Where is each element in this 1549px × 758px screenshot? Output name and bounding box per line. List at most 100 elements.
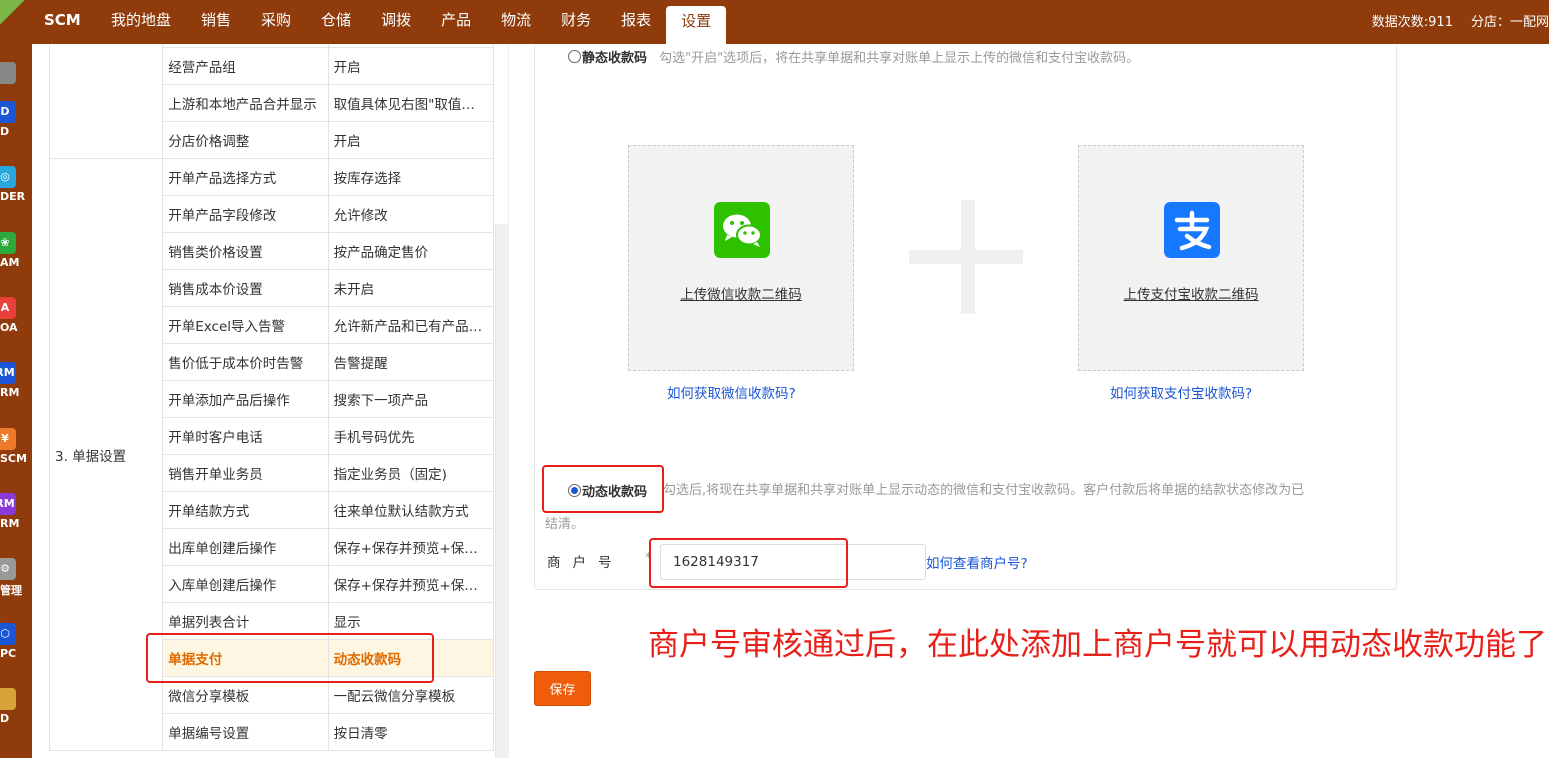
setting-name: 入库单创建后操作 bbox=[162, 565, 329, 603]
static-qr-option[interactable]: 静态收款码 勾选"开启"选项后，将在共享单据和共享对账单上显示上传的微信和支付宝… bbox=[568, 47, 1139, 66]
merchant-id-label: 商户号 bbox=[547, 555, 624, 571]
data-count: 数据次数:911 bbox=[1371, 15, 1453, 30]
setting-name: 开单Excel导入告警 bbox=[162, 306, 329, 344]
top-nav-bar: SCM 我的地盘 销售 采购 仓储 调拨 产品 物流 财务 报表 设置 数据次数:911 分店：一配… bbox=[0, 0, 1549, 44]
dynamic-qr-hint-cont: 结清。 bbox=[545, 517, 585, 532]
wechat-qr-upload-box[interactable]: 上传微信收款二维码 bbox=[628, 145, 854, 371]
static-qr-radio[interactable] bbox=[568, 50, 581, 63]
dock-app-item[interactable]: ¥ SCM bbox=[0, 428, 32, 465]
setting-value[interactable]: 允许修改 bbox=[327, 195, 494, 233]
setting-name: 上游和本地产品合并显示 bbox=[162, 84, 329, 122]
alipay-upload-link[interactable]: 上传支付宝收款二维码 bbox=[1079, 283, 1303, 303]
alipay-icon bbox=[1164, 202, 1220, 258]
dock-app-item[interactable] bbox=[0, 62, 32, 84]
setting-name: 开单产品选择方式 bbox=[162, 158, 329, 196]
setting-name: 开单产品字段修改 bbox=[162, 195, 329, 233]
setting-name: 经营产品组 bbox=[162, 47, 329, 85]
wechat-upload-link[interactable]: 上传微信收款二维码 bbox=[629, 283, 853, 303]
dynamic-qr-hint: 勾选后,将现在共享单据和共享对账单上显示动态的微信和支付宝收款码。客户付款后将单… bbox=[663, 483, 1305, 498]
wechat-icon bbox=[714, 202, 770, 258]
nav-item[interactable]: 财务 bbox=[546, 0, 606, 44]
setting-name: 单据编号设置 bbox=[162, 713, 329, 751]
dock-app-item[interactable]: RM RM bbox=[0, 362, 32, 399]
setting-name: 分店价格调整 bbox=[162, 121, 329, 159]
branch-selector[interactable]: 分店：一配网 bbox=[1471, 15, 1549, 30]
setting-name: 销售成本价设置 bbox=[162, 269, 329, 307]
dock-app-label: D bbox=[0, 712, 10, 725]
dock-app-item[interactable]: D bbox=[0, 688, 32, 725]
dock-app-item[interactable]: DD bbox=[0, 101, 32, 138]
app-logo[interactable]: SCM bbox=[44, 11, 81, 29]
yen-icon: ¥ bbox=[0, 428, 16, 450]
dock-app-label: DER bbox=[0, 190, 26, 203]
setting-name: 销售开单业务员 bbox=[162, 454, 329, 492]
annotation-box-merchant-input bbox=[649, 538, 848, 588]
dock-app-label: AM bbox=[0, 256, 20, 269]
setting-value[interactable]: 按库存选择 bbox=[327, 158, 494, 196]
setting-value[interactable]: 告警提醒 bbox=[327, 343, 494, 381]
merchant-help-link[interactable]: 如何查看商户号? bbox=[926, 552, 1028, 572]
wrench-icon bbox=[0, 62, 16, 84]
static-qr-label: 静态收款码 bbox=[582, 51, 648, 66]
nav-item[interactable]: 设置 bbox=[666, 6, 727, 44]
setting-value[interactable]: 开启 bbox=[327, 121, 494, 159]
plus-icon-bar bbox=[909, 250, 1023, 264]
setting-value[interactable]: 手机号码优先 bbox=[327, 417, 494, 455]
settings-row[interactable]: 3. 单据设置 开单产品选择方式 按库存选择 bbox=[49, 158, 494, 751]
paw-icon: ❀ bbox=[0, 232, 16, 254]
setting-value[interactable]: 按产品确定售价 bbox=[327, 232, 494, 270]
dock-app-label: RM bbox=[0, 386, 20, 399]
dock-app-label: PC bbox=[0, 647, 17, 660]
setting-value[interactable]: 允许新产品和已有产品导入 bbox=[327, 306, 494, 344]
nav-item[interactable]: 仓储 bbox=[306, 0, 366, 44]
dock-app-label: D bbox=[0, 125, 10, 138]
setting-value[interactable]: 保存+保存并预览+保存并打印 bbox=[327, 565, 494, 603]
setting-value[interactable]: 保存+保存并预览+保存并打印 bbox=[327, 528, 494, 566]
nav-item[interactable]: 产品 bbox=[426, 0, 486, 44]
nav-status: 数据次数:911 分店：一配网 bbox=[1372, 11, 1549, 30]
alipay-help-link[interactable]: 如何获取支付宝收款码? bbox=[1110, 382, 1252, 402]
nav-item[interactable]: 物流 bbox=[486, 0, 546, 44]
dock-app-item[interactable]: ❀ AM bbox=[0, 232, 32, 269]
annotation-note: 商户号审核通过后，在此处添加上商户号就可以用动态收款功能了 bbox=[648, 627, 1547, 663]
dock-app-item[interactable]: ⚙ 管理 bbox=[0, 558, 32, 598]
nav-item[interactable]: 我的地盘 bbox=[96, 0, 186, 44]
setting-value[interactable]: 未开启 bbox=[327, 269, 494, 307]
dock-app-label: OA bbox=[0, 321, 18, 334]
setting-value[interactable]: 取值具体见右图"取值规则" bbox=[327, 84, 494, 122]
nav-item[interactable]: 销售 bbox=[186, 0, 246, 44]
dock-app-item[interactable]: A OA bbox=[0, 297, 32, 334]
rm2-app-icon: RM bbox=[0, 493, 16, 515]
annotation-box-payment-row bbox=[146, 633, 434, 683]
setting-value[interactable]: 搜索下一项产品 bbox=[327, 380, 494, 418]
globe-icon: ◎ bbox=[0, 166, 16, 188]
setting-name: 开单结款方式 bbox=[162, 491, 329, 529]
setting-name: 开单添加产品后操作 bbox=[162, 380, 329, 418]
nav-item[interactable]: 调拨 bbox=[366, 0, 426, 44]
photo-icon bbox=[0, 688, 16, 710]
a-app-icon: A bbox=[0, 297, 16, 319]
rm-app-icon: RM bbox=[0, 362, 16, 384]
gear-icon: ⚙ bbox=[0, 558, 16, 580]
setting-value[interactable]: 按日清零 bbox=[327, 713, 494, 751]
static-qr-hint: 勾选"开启"选项后，将在共享单据和共享对账单上显示上传的微信和支付宝收款码。 bbox=[659, 51, 1140, 66]
annotation-box-dynamic-option bbox=[542, 465, 664, 513]
dock-app-item[interactable]: ⬡ PC bbox=[0, 623, 32, 660]
table-scrollbar[interactable] bbox=[495, 224, 508, 758]
setting-name: 售价低于成本价时告警 bbox=[162, 343, 329, 381]
setting-value[interactable]: 指定业务员（固定) bbox=[327, 454, 494, 492]
wechat-help-link[interactable]: 如何获取微信收款码? bbox=[667, 382, 796, 402]
panel-divider bbox=[508, 44, 509, 758]
nav-item[interactable]: 采购 bbox=[246, 0, 306, 44]
version-ribbon bbox=[0, 0, 29, 27]
save-button[interactable]: 保存 bbox=[534, 671, 591, 706]
dock-app-item[interactable]: RM RM bbox=[0, 493, 32, 530]
alipay-qr-upload-box[interactable]: 上传支付宝收款二维码 bbox=[1078, 145, 1304, 371]
setting-value[interactable]: 往来单位默认结款方式 bbox=[327, 491, 494, 529]
dock-app-item[interactable]: ◎ DER bbox=[0, 166, 32, 203]
app-dock: DD◎DER❀AMAOARMRM¥SCMRMRM⚙管理⬡PCD bbox=[0, 44, 32, 758]
nav-item[interactable]: 报表 bbox=[606, 0, 666, 44]
main-menu: 我的地盘 销售 采购 仓储 调拨 产品 物流 财务 报表 设置 bbox=[96, 0, 727, 44]
d-app-icon: D bbox=[0, 101, 16, 123]
setting-value[interactable]: 开启 bbox=[327, 47, 494, 85]
